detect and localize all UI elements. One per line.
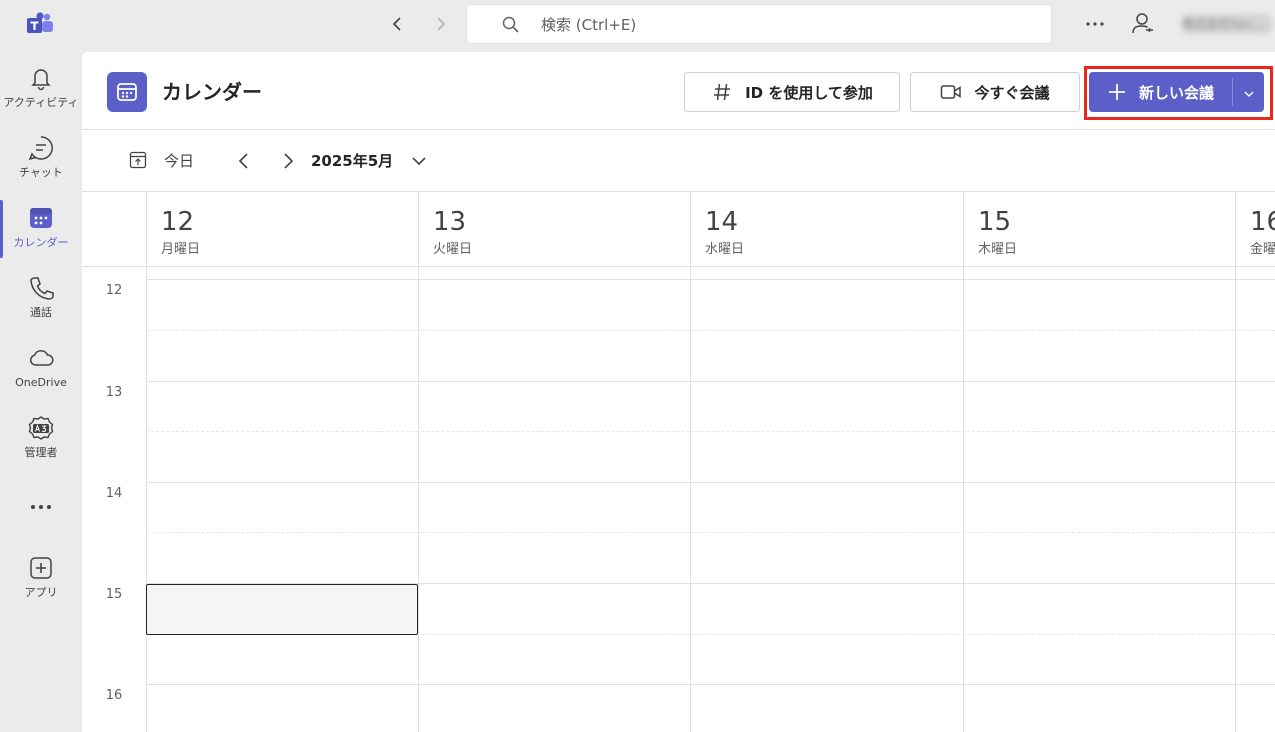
hour-divider xyxy=(146,279,1275,280)
rail-item-label: 管理者 xyxy=(24,446,58,459)
calendar-icon xyxy=(27,204,55,232)
rail-item-activity[interactable]: アクティビティ xyxy=(0,64,82,126)
rail-item-label: アクティビティ xyxy=(3,96,79,109)
join-with-id-button[interactable]: ID を使用して参加 xyxy=(684,72,900,112)
join-with-id-label: ID を使用して参加 xyxy=(745,83,873,102)
hour-divider xyxy=(146,482,1275,483)
new-meeting-main[interactable]: 新しい会議 xyxy=(1089,72,1232,112)
rail-item-calendar[interactable]: カレンダー xyxy=(0,204,82,266)
previous-week-icon[interactable] xyxy=(234,150,254,172)
cloud-icon xyxy=(27,344,55,372)
search-input[interactable]: 検索 (Ctrl+E) xyxy=(466,4,1052,44)
back-arrow-icon[interactable] xyxy=(386,12,410,36)
day-name: 木曜日 xyxy=(978,242,1018,257)
rail-item-admin[interactable]: 管理者 xyxy=(0,414,82,476)
day-name: 水曜日 xyxy=(705,242,745,257)
contact-person-icon[interactable] xyxy=(1130,11,1156,37)
day-header[interactable]: 14 水曜日 xyxy=(690,192,962,267)
rail-item-label: アプリ xyxy=(24,586,58,599)
day-header[interactable]: 13 火曜日 xyxy=(418,192,690,267)
more-icon xyxy=(27,495,55,519)
rail-item-onedrive[interactable]: OneDrive xyxy=(0,344,82,406)
hour-label: 15 xyxy=(105,587,123,602)
forward-arrow-icon[interactable] xyxy=(428,12,452,36)
today-button[interactable]: 今日 xyxy=(164,151,194,171)
teams-logo-icon[interactable] xyxy=(26,12,54,36)
hashtag-icon xyxy=(711,81,733,103)
rail-item-chat[interactable]: チャット xyxy=(0,134,82,196)
day-number: 16 xyxy=(1250,207,1275,237)
plus-icon xyxy=(1107,82,1127,102)
rail-item-label: チャット xyxy=(19,166,63,179)
column-divider xyxy=(690,267,691,732)
app-rail: アクティビティ チャット カレンダー 通話 OneDrive 管理者 アプリ xyxy=(0,52,82,732)
column-divider xyxy=(963,267,964,732)
column-divider xyxy=(418,267,419,732)
meet-now-label: 今すぐ会議 xyxy=(974,83,1050,102)
day-name: 金曜日 xyxy=(1250,242,1275,257)
new-meeting-button[interactable]: 新しい会議 xyxy=(1089,72,1264,112)
new-meeting-dropdown[interactable] xyxy=(1233,72,1264,112)
half-hour-divider xyxy=(146,532,1275,533)
hour-label: 14 xyxy=(105,486,123,501)
day-number: 13 xyxy=(433,207,467,237)
more-options-icon[interactable] xyxy=(1082,12,1108,36)
month-selector-label[interactable]: 2025年5月 xyxy=(311,151,393,171)
day-name: 月曜日 xyxy=(161,242,201,257)
column-divider xyxy=(1235,267,1236,732)
chevron-down-icon[interactable] xyxy=(410,152,428,170)
day-header[interactable]: 16 金曜日 xyxy=(1235,192,1275,267)
hour-label: 12 xyxy=(105,283,123,298)
rail-item-label: 通話 xyxy=(30,306,52,319)
day-header[interactable]: 15 木曜日 xyxy=(963,192,1235,267)
column-divider xyxy=(146,267,147,732)
rail-item-apps[interactable]: アプリ xyxy=(0,554,82,616)
admin-gear-icon xyxy=(27,414,55,442)
new-meeting-label: 新しい会議 xyxy=(1138,83,1214,102)
user-name[interactable]: 株式会社Sec... xyxy=(1182,14,1272,34)
time-slots[interactable]: 12 13 14 15 16 xyxy=(82,267,1275,732)
chat-icon xyxy=(27,134,55,162)
next-week-icon[interactable] xyxy=(278,150,298,172)
chevron-down-icon xyxy=(1243,83,1255,102)
hour-divider xyxy=(146,381,1275,382)
calendar-app-icon xyxy=(107,72,147,112)
hour-label: 16 xyxy=(105,688,123,703)
today-calendar-icon[interactable] xyxy=(128,150,148,170)
add-app-icon xyxy=(27,554,55,582)
search-icon xyxy=(501,15,521,35)
week-grid: 12 月曜日 13 火曜日 14 水曜日 15 木曜日 16 金曜日 xyxy=(82,192,1275,732)
calendar-main: カレンダー ID を使用して参加 今すぐ会議 新しい会議 今日 2025年5月 … xyxy=(82,52,1275,732)
search-placeholder: 検索 (Ctrl+E) xyxy=(541,16,637,34)
half-hour-divider xyxy=(146,431,1275,432)
page-title: カレンダー xyxy=(162,80,262,104)
selected-time-slot[interactable] xyxy=(146,584,418,635)
day-header[interactable]: 12 月曜日 xyxy=(146,192,418,267)
video-camera-icon xyxy=(940,81,962,103)
day-number: 14 xyxy=(705,207,739,237)
hour-label: 13 xyxy=(105,385,123,400)
rail-more-button[interactable] xyxy=(0,495,82,525)
half-hour-divider xyxy=(146,330,1275,331)
bell-icon xyxy=(27,64,55,92)
title-bar: 検索 (Ctrl+E) 株式会社Sec... xyxy=(0,0,1275,52)
day-number: 12 xyxy=(161,207,195,237)
rail-item-label: カレンダー xyxy=(13,236,69,249)
rail-item-label: OneDrive xyxy=(15,376,67,389)
hour-divider xyxy=(146,684,1275,685)
rail-item-calls[interactable]: 通話 xyxy=(0,274,82,336)
day-name: 火曜日 xyxy=(433,242,473,257)
date-navigation: 今日 2025年5月 xyxy=(82,130,1275,192)
calendar-header: カレンダー ID を使用して参加 今すぐ会議 新しい会議 xyxy=(82,52,1275,130)
meet-now-button[interactable]: 今すぐ会議 xyxy=(910,72,1080,112)
phone-icon xyxy=(27,274,55,302)
day-headers: 12 月曜日 13 火曜日 14 水曜日 15 木曜日 16 金曜日 xyxy=(82,192,1275,267)
day-number: 15 xyxy=(978,207,1012,237)
